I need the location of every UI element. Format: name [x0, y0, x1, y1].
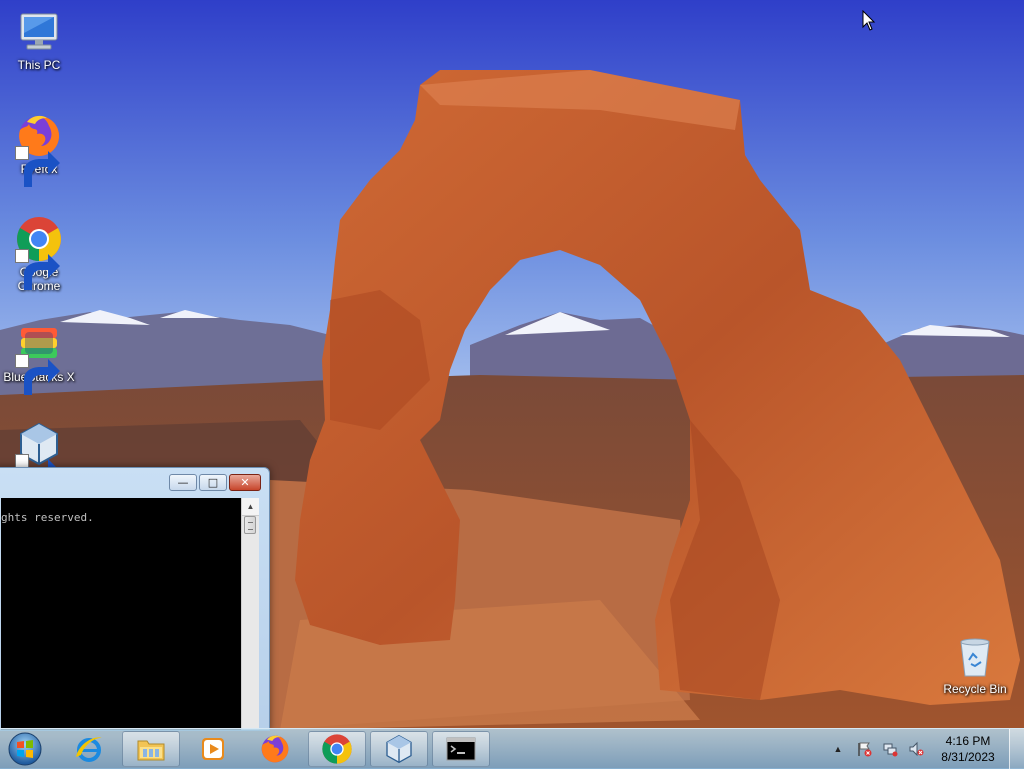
- taskbar-button-file-explorer[interactable]: [122, 731, 180, 767]
- minimize-button[interactable]: —: [169, 474, 197, 491]
- firefox-icon: [15, 112, 63, 187]
- close-button[interactable]: ✕: [229, 474, 261, 491]
- recycle-bin-icon: [951, 632, 999, 680]
- desktop-icon-virtualbox[interactable]: [1, 420, 77, 495]
- show-desktop-button[interactable]: [1009, 729, 1024, 769]
- desktop-icon-label: Recycle Bin: [943, 682, 1007, 696]
- cmd-icon: [446, 737, 476, 761]
- vertical-scrollbar[interactable]: ▲: [241, 498, 259, 730]
- shortcut-arrow-icon: [15, 249, 60, 290]
- shortcut-arrow-icon: [15, 354, 60, 395]
- firefox-icon: [261, 735, 289, 763]
- system-clock[interactable]: 4:16 PM 8/31/2023: [933, 733, 1003, 765]
- taskbar-button-internet-explorer[interactable]: [60, 731, 118, 767]
- media-player-icon: [202, 738, 224, 760]
- notification-area: ▲ 4:16 PM 8/31/2023: [825, 729, 1024, 769]
- action-center-flag-icon[interactable]: [855, 740, 873, 758]
- command-prompt-window[interactable]: — □ ✕ ghts reserved. ▲: [0, 467, 270, 731]
- taskbar-button-firefox[interactable]: [246, 731, 304, 767]
- scroll-thumb[interactable]: [244, 516, 256, 534]
- clock-date: 8/31/2023: [941, 750, 995, 764]
- desktop-icon-firefox[interactable]: Firefox: [1, 112, 77, 187]
- taskbar-button-chrome[interactable]: [308, 731, 366, 767]
- folder-icon: [137, 740, 165, 761]
- volume-muted-icon[interactable]: [907, 740, 925, 758]
- taskbar-button-command-prompt[interactable]: [432, 731, 490, 767]
- window-caption-buttons: — □ ✕: [169, 474, 261, 491]
- desktop-icon-bluestacks-x[interactable]: BlueStacks X: [1, 320, 77, 395]
- desktop-icon-this-pc[interactable]: This PC: [1, 8, 77, 72]
- show-hidden-icons-button[interactable]: ▲: [829, 740, 847, 758]
- shortcut-arrow-icon: [15, 146, 60, 187]
- clock-time: 4:16 PM: [945, 734, 991, 748]
- maximize-button[interactable]: □: [199, 474, 227, 491]
- bluestacks-icon: [15, 320, 63, 395]
- console-text-line: ghts reserved.: [1, 511, 94, 524]
- desktop-icon-label: This PC: [17, 58, 61, 72]
- taskbar-button-media-player[interactable]: [184, 731, 242, 767]
- internet-explorer-icon: [76, 737, 102, 762]
- scroll-up-button[interactable]: ▲: [242, 498, 259, 516]
- network-icon[interactable]: [881, 740, 899, 758]
- taskbar: ▲ 4:16 PM 8/31/2023: [0, 728, 1024, 769]
- computer-icon: [15, 8, 63, 56]
- console-output-area[interactable]: ghts reserved. ▲: [1, 498, 259, 730]
- desktop-icon-recycle-bin[interactable]: Recycle Bin: [937, 632, 1013, 696]
- chrome-icon: [322, 734, 352, 764]
- desktop-icon-google-chrome[interactable]: Google Chrome: [1, 215, 77, 293]
- chrome-icon: [15, 215, 63, 290]
- virtualbox-icon: [386, 734, 412, 764]
- windows-logo-icon: [8, 732, 42, 766]
- taskbar-button-virtualbox[interactable]: [370, 731, 428, 767]
- mouse-cursor-icon: [862, 10, 876, 31]
- start-button[interactable]: [5, 730, 45, 768]
- virtualbox-icon: [15, 420, 63, 495]
- shortcut-arrow-icon: [15, 454, 60, 495]
